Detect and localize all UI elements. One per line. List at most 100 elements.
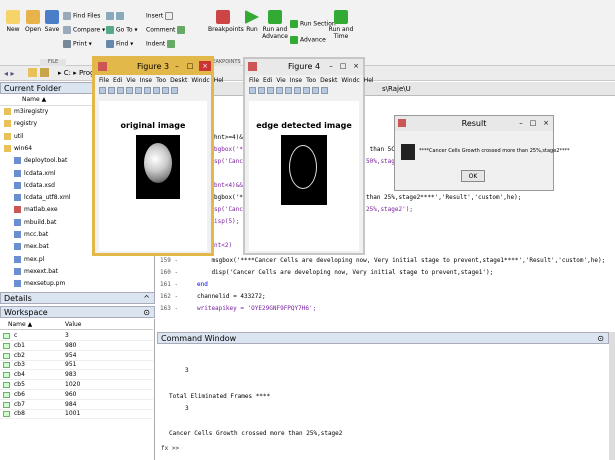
close-button[interactable]: ×: [199, 61, 211, 71]
file-item[interactable]: lcdata.xml: [14, 169, 55, 177]
save-icon[interactable]: [267, 87, 274, 94]
run-and-time-button[interactable]: Run and Time: [328, 10, 354, 40]
file-item[interactable]: mbuild.bat: [14, 218, 56, 226]
close-button[interactable]: ×: [540, 118, 552, 128]
folder-item[interactable]: registry: [4, 120, 37, 128]
command-window-scrollbar[interactable]: [609, 332, 615, 460]
file-item[interactable]: mcc.bat: [14, 231, 48, 238]
folder-item[interactable]: win64: [4, 144, 32, 152]
file-item[interactable]: lcdata.xsd: [14, 181, 55, 189]
figure3-toolbar[interactable]: [99, 87, 180, 97]
pointer-icon[interactable]: [135, 87, 142, 94]
back-forward-icon[interactable]: ◂ ▸: [4, 69, 15, 78]
insert-button[interactable]: Insert: [146, 12, 175, 20]
workspace-menu-icon[interactable]: ⊙: [143, 307, 150, 318]
details-header[interactable]: Details ^: [0, 292, 155, 304]
file-item[interactable]: mex.pl: [14, 255, 44, 263]
workspace-name-header[interactable]: Name ▲: [8, 319, 32, 330]
nav-arrows[interactable]: [106, 12, 126, 20]
find-files-button[interactable]: Find Files: [63, 12, 100, 20]
folder-up-icon[interactable]: [40, 68, 49, 77]
new-figure-icon[interactable]: [99, 87, 106, 94]
file-item[interactable]: matlab.exe: [14, 206, 58, 214]
workspace-row[interactable]: cb4 983: [0, 371, 153, 381]
open-button[interactable]: Open: [24, 10, 42, 33]
workspace-row[interactable]: cb8 1001: [0, 410, 153, 420]
code-line[interactable]: channelid = 433272;: [197, 293, 266, 300]
menu-help[interactable]: Hel: [364, 77, 374, 84]
compare-button[interactable]: Compare ▾: [63, 26, 105, 34]
minimize-button[interactable]: –: [325, 61, 337, 71]
menu-desktop[interactable]: Deskt: [170, 77, 187, 84]
workspace-value-header[interactable]: Value: [65, 319, 81, 330]
workspace-row[interactable]: cb7 984: [0, 401, 153, 410]
figure4-window[interactable]: Figure 4 – □ × File Edi Vie Inse Too Deskt Win…: [243, 57, 374, 255]
save-button[interactable]: Save: [43, 10, 61, 33]
zoom-in-icon[interactable]: [144, 87, 151, 94]
menu-insert[interactable]: Inse: [140, 77, 152, 84]
workspace-row[interactable]: cb3 951: [0, 361, 153, 371]
figure3-titlebar[interactable]: Figure 3 – □ ×: [95, 59, 211, 75]
code-line[interactable]: writeapikey = 'OYE29GNF9FPQY7H6';: [197, 305, 316, 312]
figure3-window[interactable]: Figure 3 – □ × File Edi Vie Inse Too Deskt Win…: [92, 56, 224, 256]
workspace-row[interactable]: cb6 960: [0, 391, 153, 400]
ok-button[interactable]: OK: [461, 170, 485, 182]
close-button[interactable]: ×: [350, 61, 362, 71]
maximize-button[interactable]: □: [337, 61, 349, 71]
menu-edit[interactable]: Edi: [113, 77, 122, 84]
menu-file[interactable]: File: [99, 77, 109, 84]
goto-button[interactable]: Go To ▾: [106, 26, 137, 34]
figure4-titlebar[interactable]: Figure 4 – □ ×: [245, 59, 363, 75]
pan-icon[interactable]: [312, 87, 319, 94]
advance-button[interactable]: Advance: [290, 36, 326, 44]
zoom-in-icon[interactable]: [294, 87, 301, 94]
run-button[interactable]: Run: [244, 10, 260, 33]
command-window[interactable]: 3 Total Eliminated Frames **** 3 Cancer …: [157, 345, 609, 460]
menu-file[interactable]: File: [249, 77, 259, 84]
file-item[interactable]: mexsetup.pm: [14, 280, 65, 288]
code-line[interactable]: end: [197, 281, 208, 288]
result-dialog[interactable]: Result – □ × ****Cancer Cells Growth cro…: [394, 115, 569, 191]
maximize-button[interactable]: □: [527, 118, 539, 128]
address-path[interactable]: ▸ C: ▸ Prog: [58, 69, 95, 77]
menu-view[interactable]: Vie: [276, 77, 285, 84]
code-line[interactable]: disp('Cancer Cells are developing now, V…: [197, 269, 493, 276]
breakpoints-button[interactable]: Breakpoints: [208, 10, 244, 33]
figure4-toolbar[interactable]: [249, 87, 330, 97]
menu-view[interactable]: Vie: [126, 77, 135, 84]
comment-button[interactable]: Comment: [146, 26, 187, 34]
menu-edit[interactable]: Edi: [263, 77, 272, 84]
file-item[interactable]: mex.bat: [14, 243, 49, 251]
zoom-out-icon[interactable]: [153, 87, 160, 94]
print-button[interactable]: Print ▾: [63, 40, 92, 48]
menu-help[interactable]: Hel: [214, 77, 224, 84]
menu-window[interactable]: Windc: [191, 77, 209, 84]
minimize-button[interactable]: –: [171, 61, 183, 71]
open-icon[interactable]: [258, 87, 265, 94]
print-icon[interactable]: [276, 87, 283, 94]
workspace-row[interactable]: c3: [0, 332, 153, 341]
open-icon[interactable]: [108, 87, 115, 94]
workspace-row[interactable]: cb5 1020: [0, 381, 153, 390]
command-window-menu-icon[interactable]: ⊙: [597, 333, 604, 344]
indent-button[interactable]: Indent: [146, 40, 177, 48]
folder-item[interactable]: util: [4, 132, 24, 140]
menu-desktop[interactable]: Deskt: [320, 77, 337, 84]
rotate-icon[interactable]: [321, 87, 328, 94]
minimize-button[interactable]: –: [515, 118, 527, 128]
maximize-button[interactable]: □: [184, 61, 196, 71]
menu-window[interactable]: Windc: [341, 77, 359, 84]
menu-tools[interactable]: Too: [306, 77, 316, 84]
find-button[interactable]: Find ▾: [106, 40, 133, 48]
code-line[interactable]: msgbox('****Cancer Cells are developing …: [197, 257, 605, 264]
run-and-advance-button[interactable]: Run and Advance: [262, 10, 288, 40]
menu-insert[interactable]: Inse: [290, 77, 302, 84]
zoom-out-icon[interactable]: [303, 87, 310, 94]
save-icon[interactable]: [117, 87, 124, 94]
command-prompt[interactable]: fx >>: [161, 445, 179, 452]
file-item[interactable]: lcdata_utf8.xml: [14, 194, 71, 202]
new-button[interactable]: New: [4, 10, 22, 33]
pan-icon[interactable]: [162, 87, 169, 94]
pointer-icon[interactable]: [285, 87, 292, 94]
folder-item[interactable]: m3iregistry: [4, 108, 48, 115]
